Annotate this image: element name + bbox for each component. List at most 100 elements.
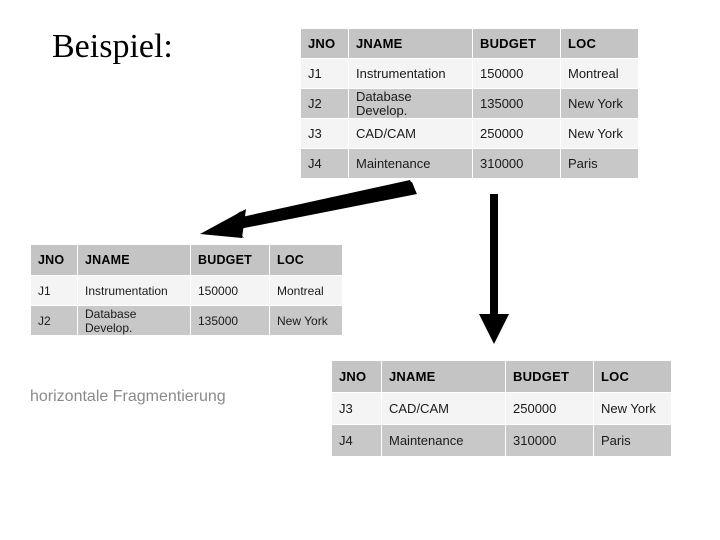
cell-budget: 135000	[190, 305, 270, 336]
cell-text: 135000	[198, 313, 239, 328]
cell-loc: New York	[593, 392, 672, 425]
cell-jname: CAD/CAM	[381, 392, 506, 425]
column-header-jname: JNAME	[348, 28, 473, 59]
fragment-one-table: JNO JNAME BUDGET LOC J1 Instrumentation …	[30, 244, 343, 336]
caption-label: horizontale Fragmentierung	[30, 388, 226, 405]
cell-text: New York	[601, 400, 656, 416]
table-row: J3 CAD/CAM 250000 New York	[300, 118, 639, 149]
cell-jno: J2	[300, 88, 349, 119]
cell-text: J3	[308, 125, 322, 141]
cell-jname: CAD/CAM	[348, 118, 473, 149]
cell-text: J2	[308, 95, 322, 111]
cell-text: Maintenance	[389, 432, 464, 448]
column-header-jno: JNO	[300, 28, 349, 59]
table-row: J2 Database Develop. 135000 New York	[30, 305, 343, 336]
cell-jname: Database Develop.	[77, 305, 191, 336]
cell-text: New York	[568, 125, 623, 141]
arrow-to-fragment-two-icon	[479, 194, 509, 344]
cell-text: New York	[277, 313, 328, 328]
table-row: J1 Instrumentation 150000 Montreal	[30, 275, 343, 306]
cell-text: Paris	[601, 432, 631, 448]
cell-text: Montreal	[568, 65, 619, 81]
table-header-row: JNO JNAME BUDGET LOC	[300, 28, 639, 59]
table-header: JNO JNAME BUDGET LOC	[300, 28, 639, 59]
fragment-two-table: JNO JNAME BUDGET LOC J3 CAD/CAM 250000 N…	[331, 360, 672, 457]
cell-jno: J3	[331, 392, 382, 425]
cell-budget: 250000	[505, 392, 594, 425]
cell-jname: Maintenance	[348, 148, 473, 179]
cell-text: Maintenance	[356, 155, 431, 171]
column-header-budget: BUDGET	[190, 244, 270, 276]
table-body: J3 CAD/CAM 250000 New York J4 Maintenanc…	[331, 392, 672, 457]
cell-loc: Paris	[560, 148, 639, 179]
cell-text: 310000	[480, 155, 524, 171]
cell-text: Montreal	[277, 283, 324, 298]
cell-text: J4	[308, 155, 322, 171]
table-body: J1 Instrumentation 150000 Montreal J2 Da…	[300, 58, 639, 179]
cell-loc: Montreal	[560, 58, 639, 89]
cell-text: J4	[339, 432, 353, 448]
column-header-loc: LOC	[269, 244, 343, 276]
table-row: J4 Maintenance 310000 Paris	[331, 424, 672, 457]
cell-text: 310000	[513, 432, 557, 448]
table-row: J2 Database Develop. 135000 New York	[300, 88, 639, 119]
table-header: JNO JNAME BUDGET LOC	[30, 244, 343, 276]
cell-jno: J1	[300, 58, 349, 89]
cell-loc: Montreal	[269, 275, 343, 306]
cell-text: 135000	[480, 95, 524, 111]
cell-jname: Maintenance	[381, 424, 506, 457]
cell-jno: J1	[30, 275, 78, 306]
column-header-loc: LOC	[593, 360, 672, 393]
cell-text: Paris	[568, 155, 598, 171]
column-header-jname: JNAME	[381, 360, 506, 393]
cell-text: 250000	[513, 400, 557, 416]
cell-text: Database Develop.	[85, 306, 137, 335]
column-header-jname: JNAME	[77, 244, 191, 276]
cell-loc: New York	[560, 118, 639, 149]
page-title: Beispiel:	[52, 28, 173, 65]
table-header-row: JNO JNAME BUDGET LOC	[331, 360, 672, 393]
cell-jno: J4	[300, 148, 349, 179]
table-row: J4 Maintenance 310000 Paris	[300, 148, 639, 179]
cell-budget: 135000	[472, 88, 561, 119]
cell-jname: Instrumentation	[348, 58, 473, 89]
column-header-jno: JNO	[331, 360, 382, 393]
cell-budget: 150000	[472, 58, 561, 89]
cell-loc: New York	[560, 88, 639, 119]
cell-text: J2	[38, 313, 51, 328]
table-header: JNO JNAME BUDGET LOC	[331, 360, 672, 393]
table-body: J1 Instrumentation 150000 Montreal J2 Da…	[30, 275, 343, 336]
cell-text: Instrumentation	[356, 65, 446, 81]
column-header-budget: BUDGET	[505, 360, 594, 393]
cell-text: 250000	[480, 125, 524, 141]
cell-text: J1	[308, 65, 322, 81]
cell-text: New York	[568, 95, 623, 111]
cell-text: J1	[38, 283, 51, 298]
slide-canvas: Beispiel: JNO JNAME BUDGET LOC J1 Instru…	[0, 0, 720, 540]
cell-loc: New York	[269, 305, 343, 336]
cell-text: Database Develop.	[356, 88, 412, 118]
cell-budget: 310000	[505, 424, 594, 457]
cell-jno: J3	[300, 118, 349, 149]
cell-jname: Database Develop.	[348, 88, 473, 119]
cell-text: CAD/CAM	[389, 400, 449, 416]
cell-jno: J4	[331, 424, 382, 457]
cell-jname: Instrumentation	[77, 275, 191, 306]
table-row: J1 Instrumentation 150000 Montreal	[300, 58, 639, 89]
cell-loc: Paris	[593, 424, 672, 457]
cell-text: J3	[339, 400, 353, 416]
cell-text: 150000	[480, 65, 524, 81]
cell-budget: 310000	[472, 148, 561, 179]
source-relation-table: JNO JNAME BUDGET LOC J1 Instrumentation …	[300, 28, 639, 179]
arrow-to-fragment-one-icon	[200, 180, 417, 238]
cell-budget: 250000	[472, 118, 561, 149]
table-header-row: JNO JNAME BUDGET LOC	[30, 244, 343, 276]
cell-jno: J2	[30, 305, 78, 336]
cell-text: Instrumentation	[85, 283, 168, 298]
cell-budget: 150000	[190, 275, 270, 306]
cell-text: CAD/CAM	[356, 125, 416, 141]
column-header-loc: LOC	[560, 28, 639, 59]
column-header-jno: JNO	[30, 244, 78, 276]
table-row: J3 CAD/CAM 250000 New York	[331, 392, 672, 425]
cell-text: 150000	[198, 283, 239, 298]
